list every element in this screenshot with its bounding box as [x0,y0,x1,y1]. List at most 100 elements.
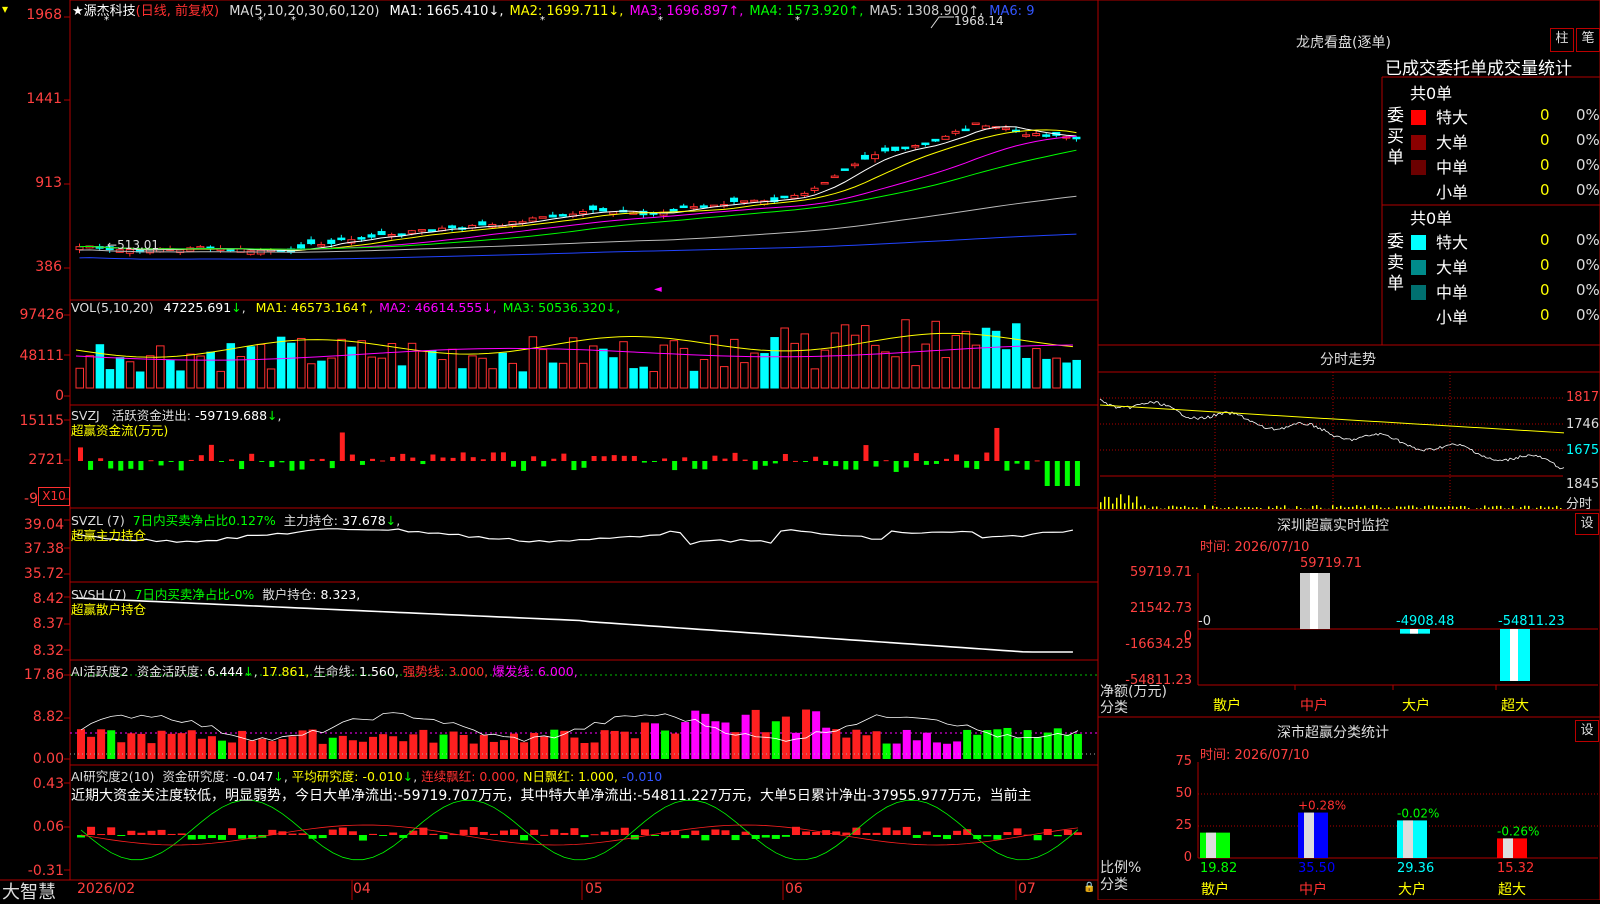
buy-row-count: 0 [1540,156,1550,174]
candle-body [539,217,546,219]
candle-body [670,209,677,211]
volume-bar [620,342,628,388]
ai-activity-title[interactable]: AI活跃度2 [71,664,129,679]
research-bar [329,830,337,835]
flow-bar [239,461,244,469]
svsh-label2: 散户持仓: [262,587,316,602]
volume-bar [650,372,658,388]
activity-bar [772,721,780,759]
intraday-volume [1408,506,1410,509]
monitor-tick: -16634.25 [1110,637,1192,652]
x-axis-label: 2026/02 [77,881,135,897]
intraday-volume [1504,508,1506,509]
lock-icon[interactable]: 🔒 [1083,882,1095,893]
activity-bar [701,714,709,759]
activity-bar [329,738,337,759]
flow-bar [954,455,959,461]
classify-time: 时间: 2026/07/10 [1200,744,1309,763]
intraday-volume [1172,506,1174,509]
intraday-volume [1412,506,1414,509]
research-bar [883,828,891,835]
volume-bar [76,368,84,388]
candle-body [932,139,939,141]
activity-bar [480,735,488,759]
panel-frame [70,300,1098,405]
flow-bar [662,458,667,461]
flow-bar [330,461,335,468]
flow-bar [229,459,234,461]
dragon-tabs[interactable]: 已成交委托单成交量统计 [1385,54,1572,79]
flow-bar [712,456,717,461]
intraday-volume [1464,506,1466,509]
ai-research-title[interactable]: AI研究度2(10) [71,769,154,784]
volume-bar [1013,324,1021,388]
sell-row-name: 大单 [1436,254,1468,278]
flow-bar [944,459,949,461]
bar-view-button[interactable]: 柱 [1550,28,1574,52]
intraday-tick: 1845 [1566,477,1599,492]
intraday-volume [1352,507,1354,509]
research-bar [530,830,538,835]
monitor-settings-button[interactable]: 设 [1575,513,1599,535]
scale-x10-button[interactable]: X10 [38,487,70,506]
flow-bar [289,461,294,471]
volume-bar [509,363,517,388]
classify-change-label: -0.02% [1397,806,1439,820]
flow-bar [672,461,677,470]
volume-bar [851,335,859,388]
activity-bar [359,742,367,759]
intraday-volume [1548,506,1550,509]
flow-bar [561,454,566,461]
classify-tick: 0 [1150,850,1192,865]
buy-row-pct: 0% [1576,156,1600,174]
stock-name[interactable]: ★源杰科技 [72,4,136,19]
classify-value-label: 19.82 [1200,861,1237,876]
flow-bar [1035,460,1040,461]
monitor-zero-label: -0 [1198,614,1211,629]
intraday-volume [1204,505,1206,509]
research-bar [460,830,468,835]
flow-bar [692,461,697,469]
intraday-volume [1544,508,1546,509]
sell-row-count: 0 [1540,256,1550,274]
activity-bar [621,732,629,759]
period-label[interactable]: (日线, 前复权) [136,4,219,19]
activity-bar [168,734,176,759]
intraday-volume [1128,495,1130,509]
svzj-subtitle: 超赢资金流(万元) [71,420,168,439]
volume-bar [207,352,215,388]
classify-settings-button[interactable]: 设 [1575,720,1599,742]
research-bar [711,829,719,835]
buy-swatch [1411,110,1426,125]
volume-bar [449,349,457,388]
vol-title[interactable]: VOL(5,10,20) [71,300,154,315]
intraday-volume [1388,507,1390,509]
volume-bar [882,352,890,388]
intraday-volume [1140,507,1142,509]
activity-bar [671,734,679,759]
intraday-volume [1236,506,1238,509]
research-bar [299,833,307,835]
activity-bar [953,741,961,759]
candle-body [751,200,758,202]
candle-body [298,245,305,248]
activity-bar [137,734,145,759]
candle-body [449,226,456,228]
intraday-volume [1120,494,1122,509]
buy-row-count: 0 [1540,181,1550,199]
activity-bar [228,742,236,759]
vol-readouts: MA1: 46573.164↑,MA2: 46614.555↓,MA3: 505… [250,300,621,315]
ai-activity-label: 资金活跃度: [137,664,204,679]
volume-bar [902,320,910,388]
tick-view-button[interactable]: 笔 [1576,28,1600,52]
activity-bar [903,730,911,759]
intraday-tick: 1817 [1566,390,1599,405]
research-bar [168,834,176,835]
flow-bar [511,461,516,467]
main-holding-line [76,529,1073,545]
candle-body [378,232,385,235]
monitor-time: 时间: 2026/07/10 [1200,536,1309,555]
flow-bar [179,461,184,470]
flow-bar [773,461,778,463]
intraday-volume [1100,502,1102,509]
